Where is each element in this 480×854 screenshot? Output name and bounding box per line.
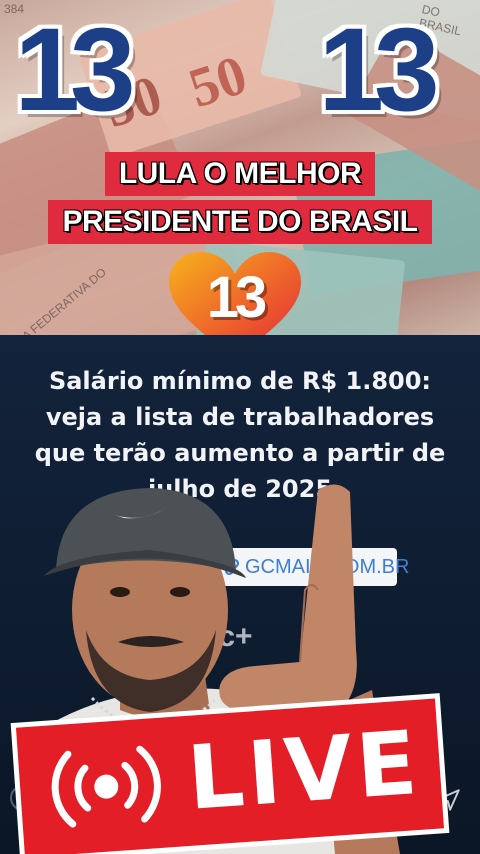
eye: [110, 587, 130, 597]
news-headline-line: Salário mínimo de R$ 1.800:: [48, 367, 432, 395]
broadcast-icon: [51, 745, 161, 828]
live-label: LIVE: [184, 710, 424, 830]
number-13-right: 13: [318, 4, 439, 136]
number-13-left: 13: [14, 4, 135, 136]
headline-banner: LULA O MELHOR PRESIDENTE DO BRASIL: [0, 152, 480, 244]
news-headline-line: veja a lista de trabalhadores: [45, 403, 435, 431]
headline-line-1: LULA O MELHOR: [104, 152, 376, 196]
eye: [170, 587, 190, 597]
raised-hand: [219, 484, 357, 712]
headline-line-2: PRESIDENTE DO BRASIL: [48, 200, 432, 244]
heart-number: 13: [206, 265, 268, 330]
news-headline-line: que terão aumento a partir de: [34, 439, 446, 467]
